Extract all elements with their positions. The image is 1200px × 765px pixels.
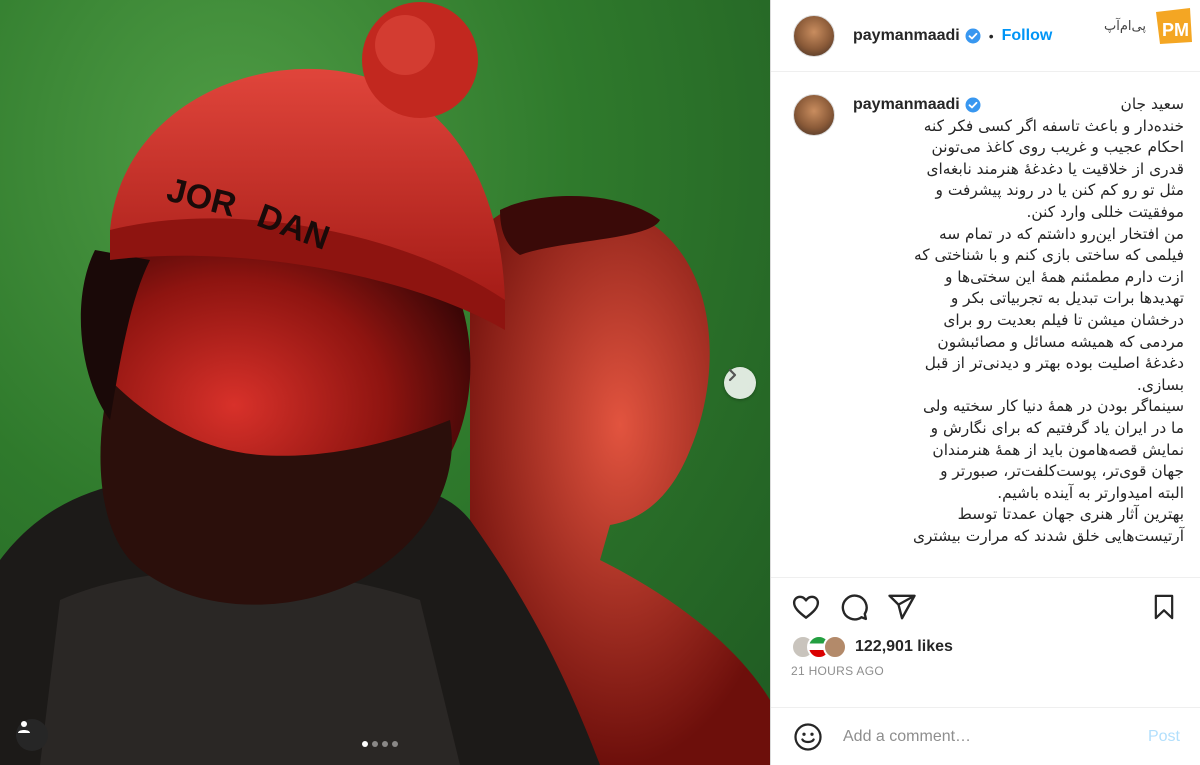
liker-avatar	[823, 635, 847, 659]
caption-avatar[interactable]	[793, 94, 835, 136]
caption-line: موفقیتت خللی وارد کنن.	[1026, 202, 1184, 221]
post-side-panel: paymanmaadi • Follow پی‌ام‌آپ PM	[770, 0, 1200, 765]
post-photo[interactable]: JOR DAN	[0, 0, 770, 765]
caption-line: درخشان میشن تا فیلم بعدیت رو برای	[943, 310, 1184, 329]
site-watermark: پی‌ام‌آپ PM	[1104, 4, 1196, 48]
caption-line: آرتیست‌هایی خلق شدند که مرارت بیشتری	[913, 526, 1184, 545]
comment-icon[interactable]	[839, 592, 869, 622]
caption-area[interactable]: paymanmaadi سعید جان خنده‌دار و باعث تاس…	[771, 72, 1200, 577]
caption-line: بهترین آثار هنری جهان عمدتا توسط	[957, 505, 1184, 524]
carousel-dot	[362, 741, 368, 747]
post-actions: 122,901 likes 21 HOURS AGO	[771, 577, 1200, 678]
header-username[interactable]: paymanmaadi	[853, 27, 960, 45]
caption-line: جهان قوی‌تر، پوست‌کلفت‌تر، صبورتر و	[940, 462, 1184, 481]
carousel-dot	[382, 741, 388, 747]
bookmark-icon[interactable]	[1150, 593, 1178, 626]
caption-line: نمایش قصه‌هامون باید از همهٔ هنرمندان	[932, 440, 1184, 459]
caption-line: خنده‌دار و باعث تاسفه اگر کسی فکر کنه	[923, 116, 1184, 135]
caption-greeting: سعید جان	[1120, 95, 1184, 113]
post-comment-button[interactable]: Post	[1148, 728, 1180, 746]
caption-line: قدری از خلاقیت یا دغدغهٔ هنرمند نابغه‌ای	[926, 159, 1184, 178]
likes-count[interactable]: 122,901 likes	[855, 638, 953, 656]
verified-badge-icon	[965, 28, 981, 44]
caption-line: دغدغهٔ اصلیت بوده بهتر و دیدنی‌تر از قبل	[924, 354, 1184, 373]
header-separator: •	[988, 27, 994, 44]
caption-line: ما در ایران یاد گرفتیم که برای نگارش و	[930, 418, 1184, 437]
post-timestamp[interactable]: 21 HOURS AGO	[771, 658, 1200, 678]
caption-line: ازت دارم مطمئنم همهٔ این سختی‌ها و	[944, 267, 1184, 286]
comment-box: Post	[771, 707, 1200, 765]
svg-text:PM: PM	[1162, 20, 1189, 40]
heart-icon[interactable]	[791, 592, 821, 622]
emoji-icon[interactable]	[793, 722, 823, 752]
post-modal: JOR DAN paymanmaadi	[0, 0, 1200, 765]
share-icon[interactable]	[887, 592, 917, 622]
caption-username[interactable]: paymanmaadi	[853, 94, 960, 116]
caption-line: البته امیدوارتر به آینده باشیم.	[997, 483, 1184, 502]
carousel-dot	[372, 741, 378, 747]
comment-input[interactable]	[841, 726, 1148, 747]
follow-button[interactable]: Follow	[1002, 27, 1053, 45]
watermark-logo: PM	[1156, 8, 1192, 44]
verified-badge-icon	[965, 97, 981, 113]
caption-line: مردمی که همیشه مسائل و مصائبشون	[937, 332, 1184, 351]
caption-line: فیلمی که ساختی بازی کنم و با شناختی که	[914, 246, 1184, 265]
caption-line: بسازی.	[1136, 375, 1184, 394]
carousel-dot	[392, 741, 398, 747]
caption-text: paymanmaadi سعید جان خنده‌دار و باعث تاس…	[853, 94, 1184, 547]
avatar[interactable]	[793, 14, 835, 57]
caption-line: احکام عجیب و غریب روی کاغذ می‌تونن	[931, 138, 1184, 157]
user-tag-icon	[18, 721, 30, 733]
likes-summary[interactable]: 122,901 likes	[771, 635, 1200, 659]
caption-line: مثل تو رو کم کنن یا در روند پیشرفت و	[935, 181, 1184, 200]
watermark-text: پی‌ام‌آپ	[1104, 18, 1146, 34]
photo-illustration: JOR DAN	[0, 2, 770, 765]
caption-line: من افتخار این‌رو داشتم که در تمام سه	[938, 224, 1184, 243]
chevron-right-icon	[728, 368, 737, 382]
caption-line: سینماگر بودن در همهٔ دنیا کار سختیه ولی	[922, 397, 1184, 416]
tagged-users-button[interactable]	[16, 719, 48, 751]
carousel-indicator	[362, 741, 398, 747]
next-photo-button[interactable]	[724, 367, 756, 399]
caption-line: تهدیدها برات تبدیل به تجربیاتی بکر و	[950, 289, 1184, 308]
